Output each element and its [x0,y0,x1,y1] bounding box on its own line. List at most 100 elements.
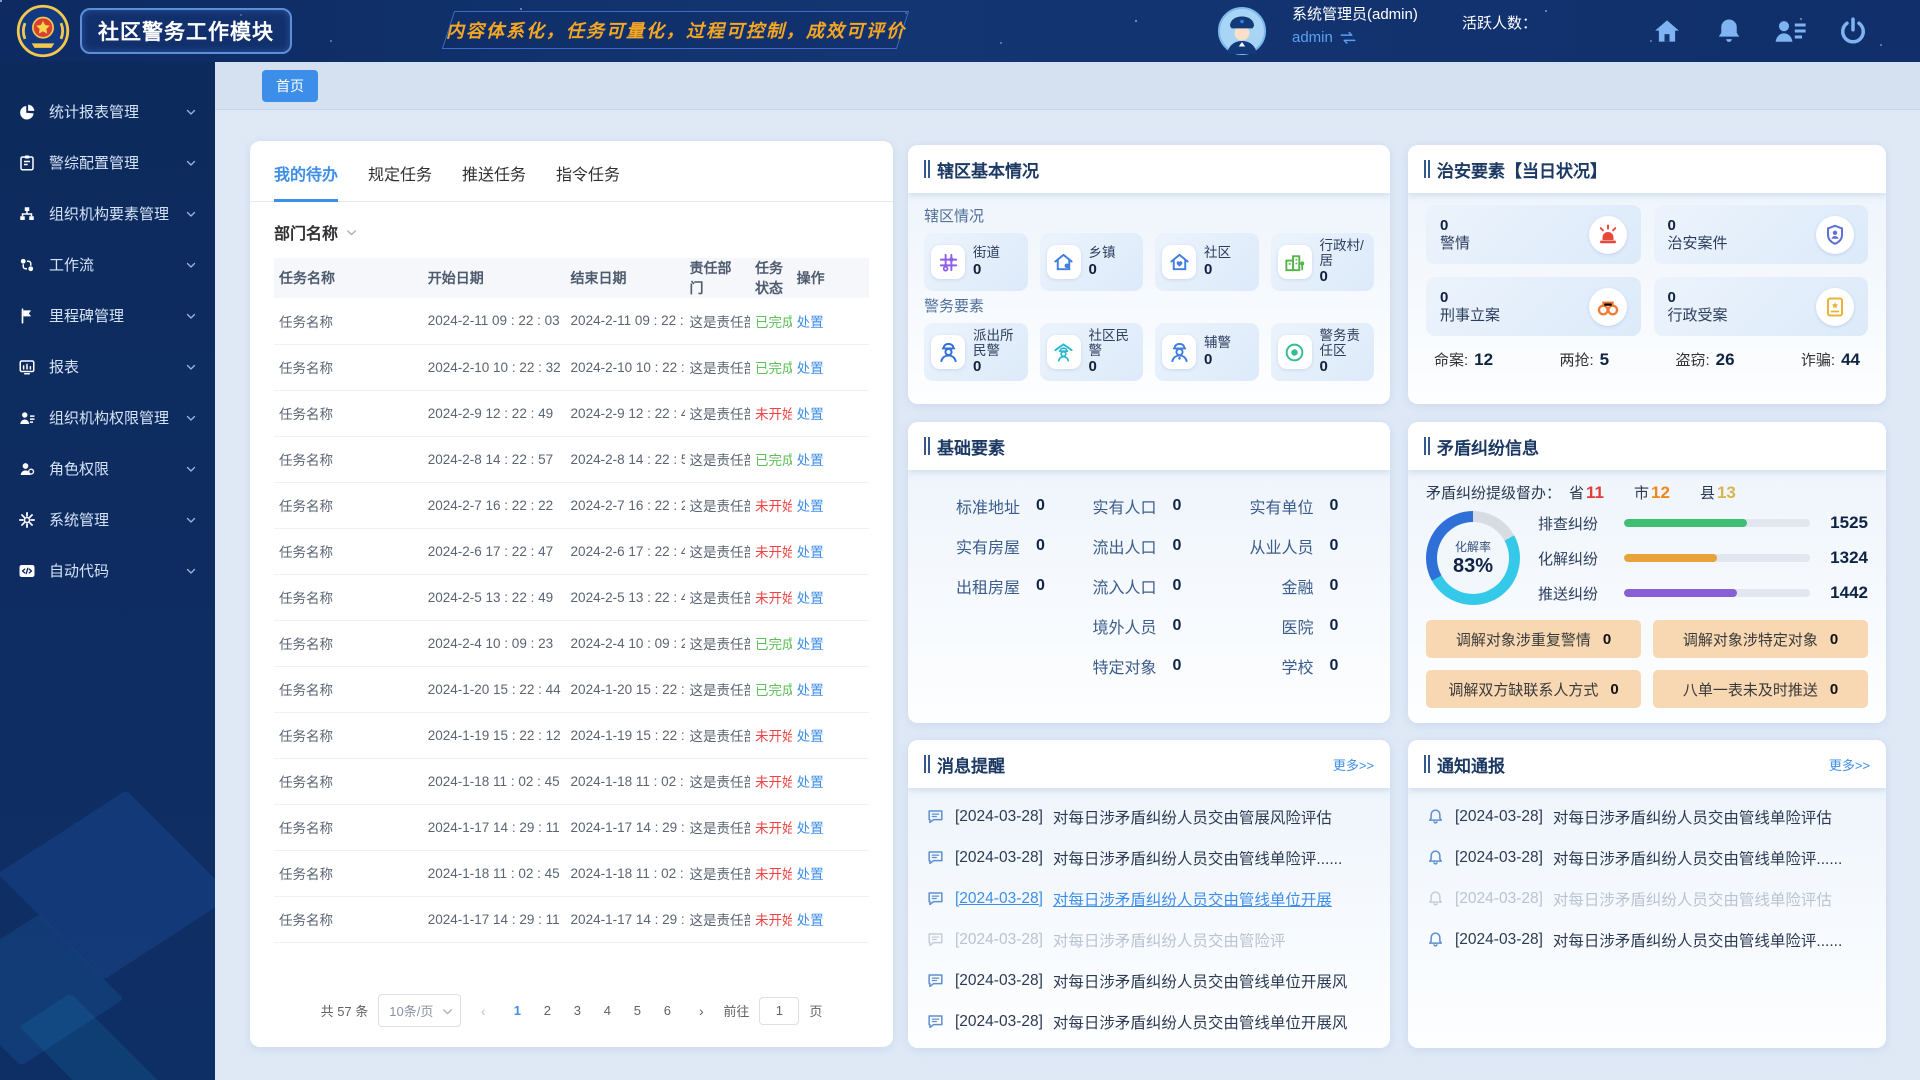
dept-cell: 这是责任部门字段 [685,758,750,804]
start-date-cell: 2024-1-17 14 : 29 : 11 [423,896,566,942]
message-item[interactable]: [2024-03-28] 对每日涉矛盾纠纷人员交由管线单位开展风 [926,1001,1372,1042]
power-icon[interactable] [1838,16,1868,46]
page-size-select[interactable]: 10条/页 [378,994,461,1027]
district-stat-card[interactable]: 派出所民警0 [924,323,1028,381]
security-stat-card[interactable]: 0 刑事立案 [1426,277,1641,336]
message-item[interactable]: [2024-03-28] 对每日涉矛盾纠纷人员交由管线单位开展 [926,878,1372,919]
dispute-tag-button[interactable]: 调解对象涉特定对象0 [1653,620,1868,658]
start-date-cell: 2024-2-10 10 : 22 : 32 [423,344,566,390]
handle-link[interactable]: 处置 [797,453,824,468]
sidebar-item[interactable]: 里程碑管理 [0,290,215,341]
home-icon[interactable] [1652,16,1682,46]
sidebar-item[interactable]: 报表 [0,341,215,392]
handle-link[interactable]: 处置 [797,637,824,652]
todo-tab[interactable]: 指令任务 [556,161,620,202]
handle-link[interactable]: 处置 [797,545,824,560]
sidebar-item[interactable]: 组织机构权限管理 [0,392,215,443]
page-number[interactable]: 5 [625,998,649,1024]
handle-link[interactable]: 处置 [797,499,824,514]
notice-item[interactable]: [2024-03-28] 对每日涉矛盾纠纷人员交由管线单险评...... [1426,919,1868,960]
message-item[interactable]: [2024-03-28] 对每日涉矛盾纠纷人员交由管险评 [926,919,1372,960]
district-stat-card[interactable]: 街道0 [924,233,1028,291]
more-link[interactable]: 更多>> [1333,755,1374,774]
end-date-cell: 2024-1-18 11 : 02 : 45 [566,758,685,804]
handle-link[interactable]: 处置 [797,821,824,836]
message-item[interactable]: [2024-03-28] 对每日涉矛盾纠纷人员交由管展风险评估 [926,796,1372,837]
todo-tab[interactable]: 规定任务 [368,161,432,202]
dispute-tag-button[interactable]: 调解双方缺联系人方式0 [1426,670,1641,708]
user-avatar[interactable] [1218,7,1266,55]
sidebar-item[interactable]: 警综配置管理 [0,137,215,188]
switch-user-icon[interactable] [1339,31,1357,45]
department-filter-label[interactable]: 部门名称 [274,220,338,244]
sidebar: 统计报表管理 警综配置管理 组织机构要素管理 工作流 [0,62,215,1080]
online-users-icon[interactable] [1772,16,1808,46]
message-text: 对每日涉矛盾纠纷人员交由管展风险评估 [1053,806,1332,828]
message-item[interactable]: [2024-03-28] 对每日涉矛盾纠纷人员交由管线单位开展风 [926,960,1372,1001]
handle-link[interactable]: 处置 [797,591,824,606]
column-header: 开始日期 [423,258,566,298]
panel-title: 治安要素【当日状况】 [1437,157,1607,182]
district-stat-card[interactable]: 乡镇0 [1040,233,1144,291]
page-number[interactable]: 6 [655,998,679,1024]
prev-page-button[interactable]: ‹ [471,1003,495,1019]
dispute-bar: 推送纠纷 1442 [1538,583,1868,604]
sidebar-item[interactable]: 统计报表管理 [0,86,215,137]
todo-tab[interactable]: 推送任务 [462,161,526,202]
handle-link[interactable]: 处置 [797,775,824,790]
starfield-decoration [0,0,2,2]
handle-link[interactable]: 处置 [797,683,824,698]
page-number[interactable]: 3 [565,998,589,1024]
security-stat-card[interactable]: 0 行政受案 [1654,277,1869,336]
notice-item[interactable]: [2024-03-28] 对每日涉矛盾纠纷人员交由管线单险评...... [1426,837,1868,878]
handle-link[interactable]: 处置 [797,407,824,422]
stat-icon [931,245,965,279]
district-stat-card[interactable]: 行政村/居0 [1271,233,1375,291]
supervise-stat: 县13 [1700,482,1736,503]
district-stat-card[interactable]: 辅警0 [1155,323,1259,381]
task-name-cell: 任务名称 [274,758,423,804]
handle-link[interactable]: 处置 [797,361,824,376]
end-date-cell: 2024-2-6 17 : 22 : 47 [566,528,685,574]
district-stat-card[interactable]: 社区0 [1155,233,1259,291]
bell-icon[interactable] [1714,16,1744,46]
dispute-tag-button[interactable]: 八单一表未及时推送0 [1653,670,1868,708]
bar-fill [1624,589,1737,597]
next-page-button[interactable]: › [689,1003,713,1019]
chevron-down-icon [185,412,197,424]
handle-link[interactable]: 处置 [797,315,824,330]
handle-link[interactable]: 处置 [797,913,824,928]
stat-value: 0 [1668,217,1728,235]
security-stat-card[interactable]: 0 治安案件 [1654,205,1869,264]
status-badge: 已完成 [755,683,792,698]
message-item[interactable]: [2024-03-28] 对每日涉矛盾纠纷人员交由管线单险评...... [926,837,1372,878]
username[interactable]: admin [1292,30,1333,45]
handle-link[interactable]: 处置 [797,867,824,882]
todo-tab[interactable]: 我的待办 [274,161,338,202]
chevron-down-icon[interactable] [345,226,358,239]
district-stat-card[interactable]: 警务责任区0 [1271,323,1375,381]
district-stat-card[interactable]: 社区民警0 [1040,323,1144,381]
goto-page-input[interactable] [759,997,799,1025]
sidebar-item[interactable]: 系统管理 [0,494,215,545]
stat-value: 0 [1320,268,1328,285]
handle-link[interactable]: 处置 [797,729,824,744]
donut-label: 化解率 [1455,538,1491,555]
panel-title: 矛盾纠纷信息 [1437,434,1539,459]
tab-home[interactable]: 首页 [262,70,318,102]
task-name-cell: 任务名称 [274,482,423,528]
sidebar-item[interactable]: 角色权限 [0,443,215,494]
sidebar-item[interactable]: 自动代码 [0,545,215,596]
supervise-stat: 市12 [1634,482,1670,503]
sidebar-item[interactable]: 组织机构要素管理 [0,188,215,239]
dispute-tag-button[interactable]: 调解对象涉重复警情0 [1426,620,1641,658]
notice-item[interactable]: [2024-03-28] 对每日涉矛盾纠纷人员交由管线单险评估 [1426,796,1868,837]
notice-item[interactable]: [2024-03-28] 对每日涉矛盾纠纷人员交由管线单险评估 [1426,878,1868,919]
sidebar-item[interactable]: 工作流 [0,239,215,290]
page-number[interactable]: 2 [535,998,559,1024]
security-stat-card[interactable]: 0 警情 [1426,205,1641,264]
page-number[interactable]: 4 [595,998,619,1024]
page-number[interactable]: 1 [505,998,529,1024]
status-badge: 未开始 [755,775,792,790]
more-link[interactable]: 更多>> [1829,755,1870,774]
